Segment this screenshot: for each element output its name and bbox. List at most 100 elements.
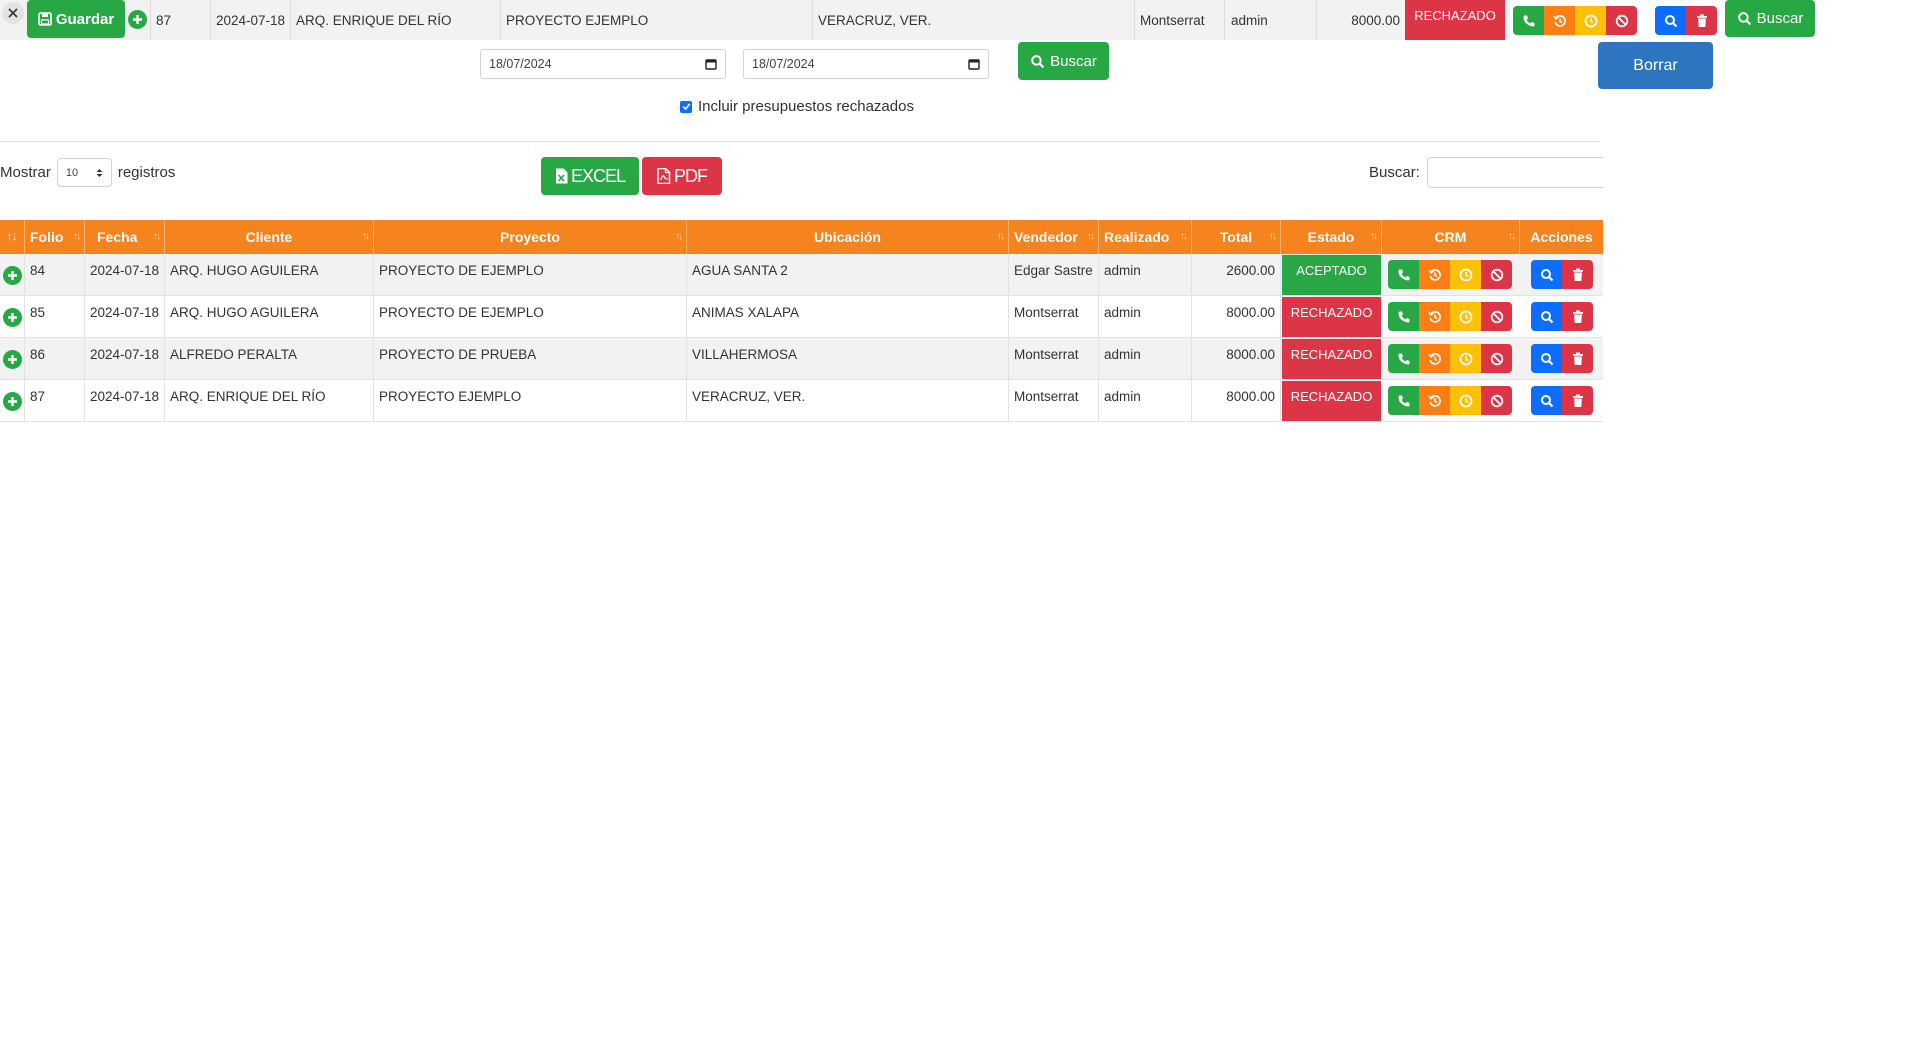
date-from-input[interactable]: 18/07/2024 <box>480 49 726 79</box>
page-length-select[interactable]: 10 <box>56 158 112 187</box>
view-button[interactable] <box>1531 302 1562 331</box>
cancel-button[interactable] <box>1481 302 1512 331</box>
total-cell: 8000.00 <box>1192 380 1281 422</box>
column-acciones[interactable]: Acciones <box>1520 220 1603 254</box>
header-label: Total <box>1219 229 1253 245</box>
sort-icon: ↑↓ <box>153 231 161 242</box>
include-rejected-toggle[interactable]: Incluir presupuestos rechazados <box>680 98 914 115</box>
sort-icon: ↑↓ <box>1269 231 1277 242</box>
sort-asc-icon: ↑↓ <box>6 231 18 243</box>
ban-icon <box>1490 394 1504 408</box>
plus-circle-icon[interactable] <box>3 266 22 285</box>
proyecto-cell: PROYECTO EJEMPLO <box>374 380 687 422</box>
sort-icon: ↑↓ <box>1087 231 1095 242</box>
plus-circle-icon[interactable] <box>3 350 22 369</box>
realizado-cell: admin <box>1099 380 1192 422</box>
export-excel-label: EXCEL <box>570 165 626 186</box>
view-button[interactable] <box>1531 344 1562 373</box>
vendedor-cell: Montserrat <box>1009 338 1099 380</box>
delete-button[interactable] <box>1686 6 1717 35</box>
clock-icon <box>1584 14 1598 28</box>
export-pdf-button[interactable]: PDF <box>642 157 722 195</box>
delete-button[interactable] <box>1562 344 1593 373</box>
call-button[interactable] <box>1513 6 1544 35</box>
ban-icon <box>1615 14 1629 28</box>
expand-cell <box>0 296 25 338</box>
column-expand[interactable]: ↑↓ <box>0 220 25 254</box>
expand-cell <box>0 338 25 380</box>
history-button[interactable] <box>1544 6 1575 35</box>
ban-icon <box>1490 352 1504 366</box>
total-cell: 8000.00 <box>1192 338 1281 380</box>
page-length-control: Mostrar 10 registros <box>0 158 175 187</box>
search-button[interactable]: Buscar <box>1018 42 1109 80</box>
column-estado[interactable]: Estado ↑↓ <box>1281 220 1382 254</box>
schedule-button[interactable] <box>1450 260 1481 289</box>
delete-button[interactable] <box>1562 386 1593 415</box>
plus-circle-icon[interactable] <box>128 10 147 29</box>
cancel-button[interactable] <box>1481 344 1512 373</box>
delete-filters-button[interactable]: Borrar <box>1598 42 1713 89</box>
call-button[interactable] <box>1388 386 1419 415</box>
cancel-button[interactable] <box>1481 386 1512 415</box>
search-icon <box>1030 54 1045 69</box>
column-proyecto[interactable]: Proyecto ↑↓ <box>374 220 687 254</box>
plus-circle-icon[interactable] <box>3 392 22 411</box>
table-search-label: Buscar: <box>1369 164 1420 181</box>
history-icon <box>1427 268 1442 282</box>
sort-icon: ↑↓ <box>1180 231 1188 242</box>
column-crm[interactable]: CRM ↑↓ <box>1382 220 1520 254</box>
clock-icon <box>1459 310 1473 324</box>
call-button[interactable] <box>1388 260 1419 289</box>
schedule-button[interactable] <box>1450 344 1481 373</box>
cancel-button[interactable] <box>1606 6 1637 35</box>
column-folio[interactable]: Folio ↑↓ <box>25 220 85 254</box>
sort-icon: ↑↓ <box>1370 231 1378 242</box>
column-fecha[interactable]: Fecha ↑↓ <box>85 220 165 254</box>
total-cell: 2600.00 <box>1192 254 1281 296</box>
close-icon[interactable] <box>2 2 24 24</box>
view-button[interactable] <box>1531 386 1562 415</box>
column-cliente[interactable]: Cliente ↑↓ <box>165 220 374 254</box>
table-header: ↑↓ Folio ↑↓ Fecha ↑↓ Cliente ↑↓ Proyecto ↑↓ … <box>0 220 1603 254</box>
table-search-input[interactable] <box>1427 157 1603 188</box>
history-button[interactable] <box>1419 386 1450 415</box>
calendar-icon[interactable] <box>705 58 717 70</box>
cancel-button[interactable] <box>1481 260 1512 289</box>
clock-icon <box>1459 394 1473 408</box>
plus-circle-icon[interactable] <box>3 308 22 327</box>
save-button[interactable]: Guardar <box>27 0 125 38</box>
view-button[interactable] <box>1655 6 1686 35</box>
search-button-top[interactable]: Buscar <box>1725 0 1815 37</box>
expand-cell <box>0 380 25 422</box>
delete-button[interactable] <box>1562 260 1593 289</box>
include-rejected-checkbox[interactable] <box>680 100 692 113</box>
folio-cell: 85 <box>25 296 85 338</box>
export-excel-button[interactable]: EXCEL <box>541 157 639 195</box>
column-ubicacion[interactable]: Ubicación ↑↓ <box>687 220 1009 254</box>
header-label: Estado <box>1307 229 1355 245</box>
ban-icon <box>1490 268 1504 282</box>
delete-button[interactable] <box>1562 302 1593 331</box>
schedule-button[interactable] <box>1450 302 1481 331</box>
file-pdf-icon <box>657 168 671 184</box>
history-button[interactable] <box>1419 344 1450 373</box>
call-button[interactable] <box>1388 344 1419 373</box>
history-button[interactable] <box>1419 260 1450 289</box>
folio-cell: 86 <box>25 338 85 380</box>
calendar-icon[interactable] <box>968 58 980 70</box>
column-realizado[interactable]: Realizado ↑↓ <box>1099 220 1192 254</box>
ubicacion-cell: AGUA SANTA 2 <box>687 254 1009 296</box>
header-label: Ubicación <box>814 229 881 245</box>
view-button[interactable] <box>1531 260 1562 289</box>
call-button[interactable] <box>1388 302 1419 331</box>
column-total[interactable]: Total ↑↓ <box>1192 220 1281 254</box>
date-to-input[interactable]: 18/07/2024 <box>743 49 989 79</box>
phone-icon <box>1397 394 1411 408</box>
history-button[interactable] <box>1419 302 1450 331</box>
schedule-button[interactable] <box>1575 6 1606 35</box>
column-vendedor[interactable]: Vendedor ↑↓ <box>1009 220 1099 254</box>
fecha-cell: 2024-07-18 <box>85 380 165 422</box>
schedule-button[interactable] <box>1450 386 1481 415</box>
proyecto-cell: PROYECTO DE PRUEBA <box>374 338 687 380</box>
